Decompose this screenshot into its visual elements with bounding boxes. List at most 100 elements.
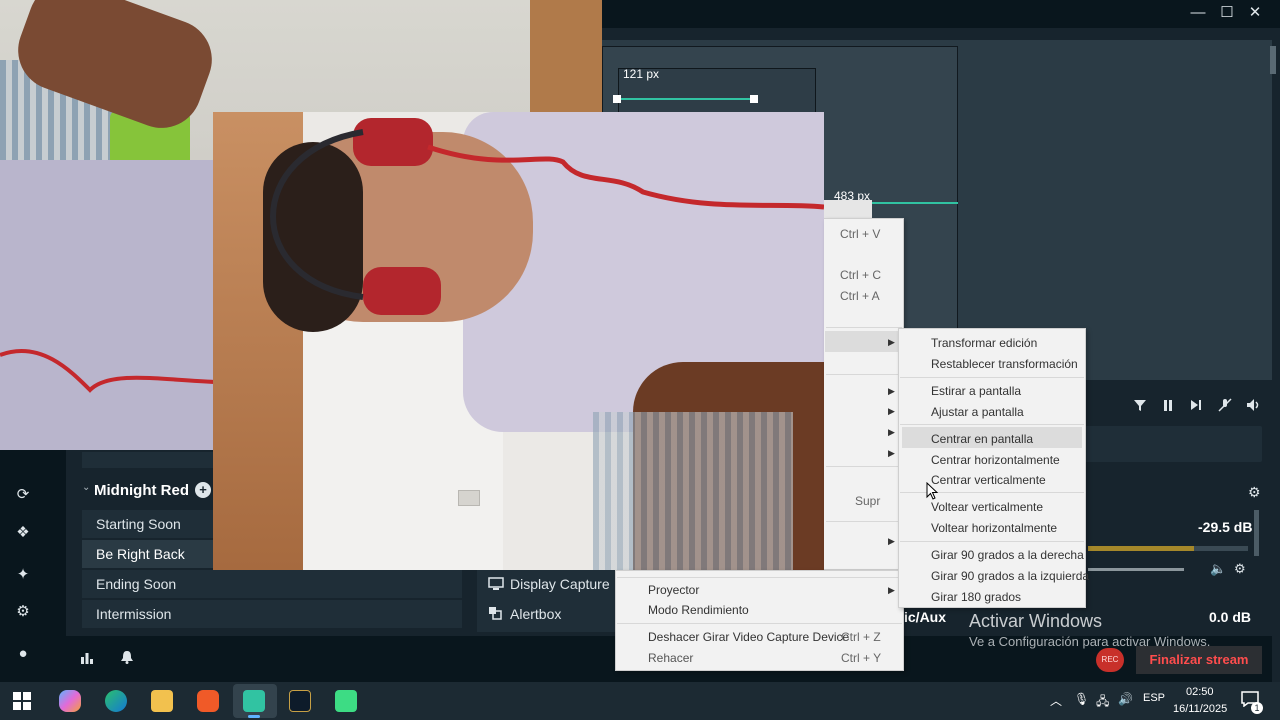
clock-date[interactable]: 16/11/2025 [1173,703,1227,715]
paste-shortcut: Ctrl + V [840,227,881,241]
left-navigation [0,450,66,682]
mixer-settings-gear-icon[interactable]: ⚙ [1248,484,1261,501]
menu-item-projector[interactable]: Proyector [648,583,699,597]
add-scene-icon[interactable]: + [195,482,211,498]
wooden-door [530,0,602,115]
transform-handle[interactable] [750,95,758,103]
menu-item-center-vertically[interactable]: Centrar verticalmente [931,473,1046,487]
clock-time[interactable]: 02:50 [1186,686,1214,698]
menu-item-flip-horizontal[interactable]: Voltear horizontalmente [931,521,1057,535]
brave-browser-icon[interactable] [197,690,219,712]
copy-shortcut: Ctrl + C [840,268,882,282]
white-shirt [0,160,215,450]
tray-chevron-icon[interactable]: ︿ [1050,692,1062,709]
menu-item-stretch-to-screen[interactable]: Estirar a pantalla [931,384,1021,398]
submenu-arrow-icon: ▶ [888,406,895,416]
editor-icon[interactable]: ⟳ [14,486,32,504]
notification-badge: 1 [1251,702,1263,714]
league-client-icon[interactable] [289,690,311,712]
menu-item-rotate-90-left[interactable]: Girar 90 grados a la izquierda [931,569,1089,583]
rec-button[interactable]: REC [1096,648,1124,672]
headphone-band-and-cable [270,129,824,300]
top-distance-label: 121 px [623,67,660,81]
submenu-arrow-icon: ▶ [888,536,895,546]
android-app-icon[interactable] [335,690,357,712]
mic-muted-icon[interactable] [1218,398,1232,412]
menu-separator [617,623,902,624]
volume-settings-gear-icon[interactable]: ⚙ [1234,561,1246,577]
stats-bars-icon[interactable] [80,651,94,665]
redo-shortcut: Ctrl + Y [841,651,882,665]
themes-icon[interactable]: ❖ [14,524,32,542]
volume-tray-icon[interactable]: 🔊 [1118,692,1133,706]
skip-icon[interactable] [1189,398,1203,412]
alertbox-icon [489,607,502,620]
filter-icon[interactable] [1133,398,1147,412]
source-alertbox[interactable]: Alertbox [510,606,561,622]
menu-separator [900,424,1084,425]
menu-separator [617,577,902,578]
menu-item-rotate-180[interactable]: Girar 180 grados [931,590,1021,604]
menu-item-undo[interactable]: Deshacer Girar Video Capture Device [648,630,849,644]
wall-outlet [458,490,480,506]
language-indicator[interactable]: ESP [1143,692,1165,704]
menu-item-flip-vertical[interactable]: Voltear verticalmente [931,500,1043,514]
menu-item-performance-mode[interactable]: Modo Rendimiento [648,603,749,617]
streamlabs-icon[interactable] [243,690,265,712]
menu-item-fit-to-screen[interactable]: Ajustar a pantalla [931,405,1024,419]
network-icon[interactable]: 🖧 [1096,692,1109,713]
finalize-stream-button[interactable]: Finalizar stream [1136,646,1262,674]
preview-scrollbar[interactable] [1270,46,1276,74]
mixer-channel-db: 0.0 dB [1209,609,1252,625]
submenu-arrow-icon: ▶ [888,427,895,437]
bell-icon[interactable] [120,650,134,664]
volume-speaker-icon[interactable]: 🔈 [1210,561,1226,577]
menu-item-rotate-90-right[interactable]: Girar 90 grados a la derecha [931,548,1084,562]
speaker-icon[interactable] [1246,398,1262,412]
ai-sparkle-icon[interactable]: ✦ [14,566,32,584]
mixer-db-value: -29.5 dB [1198,519,1253,535]
menu-item-center-horizontally[interactable]: Centrar horizontalmente [931,453,1060,467]
menu-item-redo[interactable]: Rehacer [648,651,693,665]
select-all-shortcut: Ctrl + A [840,289,880,303]
chevron-down-icon[interactable]: ⌄ [82,482,90,493]
menu-tooltip [824,200,872,218]
mixer-scrollbar[interactable] [1254,510,1259,556]
source-display-capture[interactable]: Display Capture [510,576,610,592]
menu-separator [900,377,1084,378]
menu-separator [826,466,902,467]
windows-activation-title: Activar Windows [969,611,1103,631]
menu-item-reset-transform[interactable]: Restablecer transformación [931,357,1078,371]
submenu-arrow-icon: ▶ [888,585,895,595]
delete-shortcut: Supr [855,494,881,508]
transform-handle[interactable] [613,95,621,103]
close-button[interactable]: ✕ [1241,3,1269,23]
submenu-arrow-icon: ▶ [888,448,895,458]
volume-slider[interactable] [1088,568,1184,571]
pause-icon[interactable] [1161,398,1175,412]
file-explorer-icon[interactable] [151,690,173,712]
submenu-arrow-icon: ▶ [888,386,895,396]
submenu-arrow-icon: ▶ [888,337,895,347]
minimize-button[interactable]: — [1184,3,1212,23]
menu-item-edit-transform[interactable]: Transformar edición [931,336,1037,350]
webcam-capture-front[interactable] [213,112,824,570]
settings-gear-icon[interactable]: ⚙ [14,603,32,621]
windows-start-icon[interactable] [13,692,31,710]
undo-shortcut: Ctrl + Z [841,630,881,644]
maximize-button[interactable]: ☐ [1213,3,1241,23]
scene-collection-title[interactable]: Midnight Red [94,482,189,499]
scene-item[interactable]: Intermission [82,600,462,628]
menu-item-center-on-screen[interactable]: Centrar en pantalla [931,432,1033,446]
profile-icon[interactable]: ● [14,645,32,663]
active-indicator [248,715,260,718]
mouse-cursor-icon [926,482,938,500]
menu-separator [900,541,1084,542]
scene-item[interactable]: Ending Soon [82,570,462,598]
menu-separator [826,374,902,375]
microphone-tray-icon[interactable]: 🎙 [1074,692,1089,706]
copilot-icon[interactable] [59,690,81,712]
menu-separator [826,521,902,522]
headphone-cable [0,348,215,393]
edge-browser-icon[interactable] [105,690,127,712]
